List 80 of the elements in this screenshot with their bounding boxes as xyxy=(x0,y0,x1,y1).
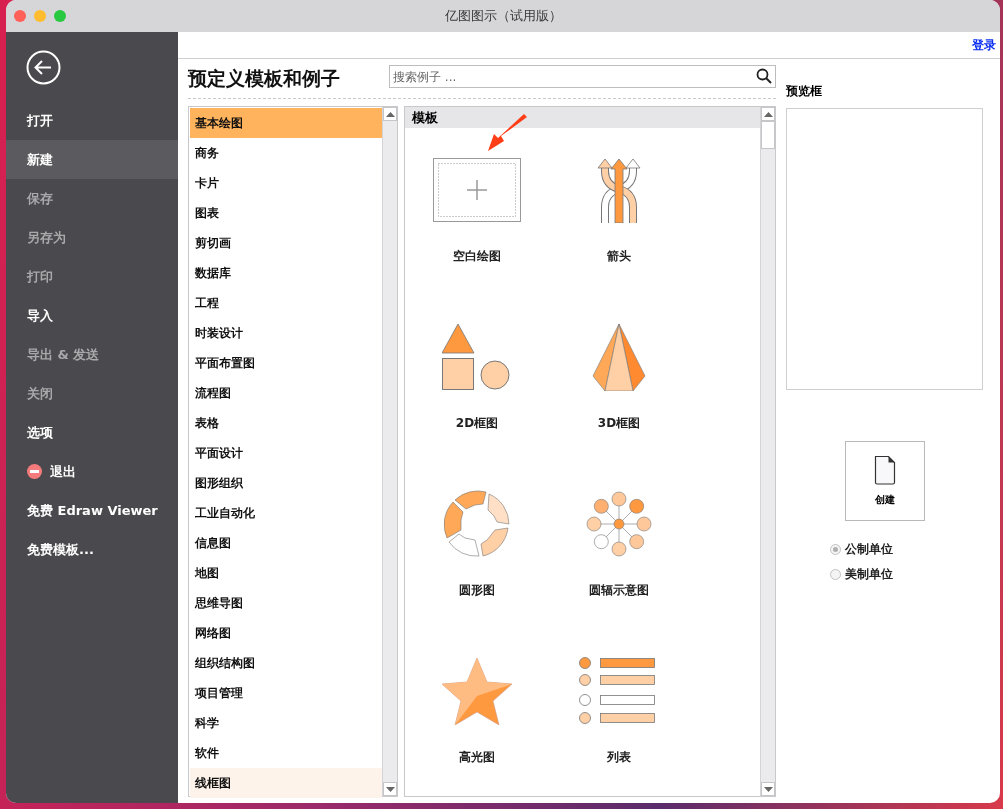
down-triangle-icon xyxy=(385,786,395,792)
sidebar-item[interactable]: 免费模板... xyxy=(6,530,178,569)
category-item[interactable]: 商务 xyxy=(190,138,382,168)
template-tile[interactable]: 列表 xyxy=(548,629,690,796)
search-field[interactable]: 搜索例子 ... xyxy=(389,65,776,88)
unit-radio[interactable]: 公制单位 xyxy=(830,541,893,558)
template-tile[interactable]: 空白绘图 xyxy=(406,128,548,295)
category-item[interactable]: 卡片 xyxy=(190,168,382,198)
stop-icon xyxy=(27,464,42,479)
pointer-arrow xyxy=(487,114,529,152)
category-item[interactable]: 组织结构图 xyxy=(190,648,382,678)
template-tile[interactable]: 圆形图 xyxy=(406,462,548,629)
up-triangle-icon xyxy=(385,111,395,117)
scroll-down-button[interactable] xyxy=(383,782,397,796)
category-item[interactable]: 平面设计 xyxy=(190,438,382,468)
template-label: 箭头 xyxy=(607,248,631,265)
template-label: 高光图 xyxy=(459,749,495,766)
template-label: 圆辐示意图 xyxy=(589,582,649,599)
ring-diagram-icon xyxy=(443,490,511,558)
template-label: 列表 xyxy=(607,749,631,766)
category-item[interactable]: 工业自动化 xyxy=(190,498,382,528)
star-icon xyxy=(441,657,513,725)
up-triangle-icon xyxy=(763,111,773,117)
template-label: 空白绘图 xyxy=(453,248,501,265)
sidebar-item[interactable]: 免费 Edraw Viewer xyxy=(6,491,178,530)
sidebar-label: 退出 xyxy=(50,462,76,481)
radio-icon[interactable] xyxy=(830,544,841,555)
category-item[interactable]: 基本绘图 xyxy=(190,108,382,138)
category-item[interactable]: 地图 xyxy=(190,558,382,588)
category-item[interactable]: 时装设计 xyxy=(190,318,382,348)
category-item[interactable]: 图形组织 xyxy=(190,468,382,498)
category-item[interactable]: 线框图 xyxy=(190,768,382,798)
create-button[interactable]: 创建 xyxy=(844,441,925,521)
scroll-thumb[interactable] xyxy=(761,121,775,149)
category-item[interactable]: 图表 xyxy=(190,198,382,228)
window-title: 亿图图示（试用版） xyxy=(444,7,562,25)
template-tile[interactable]: 高光图 xyxy=(406,629,548,796)
scroll-up-button[interactable] xyxy=(383,107,397,121)
category-item[interactable]: 信息图 xyxy=(190,528,382,558)
category-item[interactable]: 数据库 xyxy=(190,258,382,288)
radial-diagram-icon xyxy=(584,491,654,557)
template-label: 圆形图 xyxy=(459,582,495,599)
category-item[interactable]: 流程图 xyxy=(190,378,382,408)
sidebar-item[interactable]: 打开 xyxy=(6,101,178,140)
template-tile[interactable]: 3D框图 xyxy=(548,295,690,462)
category-item[interactable]: 表格 xyxy=(190,408,382,438)
scroll-up-button[interactable] xyxy=(761,107,775,121)
sidebar-item[interactable]: 新建 xyxy=(6,140,178,179)
pyramid-icon xyxy=(592,323,646,391)
template-label: 3D框图 xyxy=(597,415,641,432)
login-link[interactable]: 登录 xyxy=(972,36,996,54)
category-item[interactable]: 剪切画 xyxy=(190,228,382,258)
category-item[interactable]: 工程 xyxy=(190,288,382,318)
category-item[interactable]: 科学 xyxy=(190,708,382,738)
category-item[interactable]: 思维导图 xyxy=(190,588,382,618)
sidebar-item[interactable]: 导入 xyxy=(6,296,178,335)
scroll-down-button[interactable] xyxy=(761,782,775,796)
shapes-icon xyxy=(442,323,512,391)
template-label: 2D框图 xyxy=(455,415,499,432)
radio-label: 公制单位 xyxy=(845,541,893,558)
sidebar-item[interactable]: 退出 xyxy=(6,452,178,491)
radio-icon[interactable] xyxy=(830,569,841,580)
blank-canvas-icon xyxy=(433,158,521,222)
unit-radio[interactable]: 美制单位 xyxy=(830,566,893,583)
back-icon[interactable] xyxy=(26,50,61,85)
template-tile[interactable]: 箭头 xyxy=(548,128,690,295)
radio-label: 美制单位 xyxy=(845,566,893,583)
page-heading: 预定义模板和例子 xyxy=(188,65,340,91)
section-header: 模板 xyxy=(405,107,760,128)
down-triangle-icon xyxy=(763,786,773,792)
category-item[interactable]: 项目管理 xyxy=(190,678,382,708)
document-icon xyxy=(873,455,896,485)
search-icon[interactable] xyxy=(756,68,772,84)
template-tile[interactable]: 2D框图 xyxy=(406,295,548,462)
category-item[interactable]: 网络图 xyxy=(190,618,382,648)
sidebar-item[interactable]: 选项 xyxy=(6,413,178,452)
preview-label: 预览框 xyxy=(786,83,822,100)
category-item[interactable]: 平面布置图 xyxy=(190,348,382,378)
category-item[interactable]: 软件 xyxy=(190,738,382,768)
template-tile[interactable]: 圆辐示意图 xyxy=(548,462,690,629)
